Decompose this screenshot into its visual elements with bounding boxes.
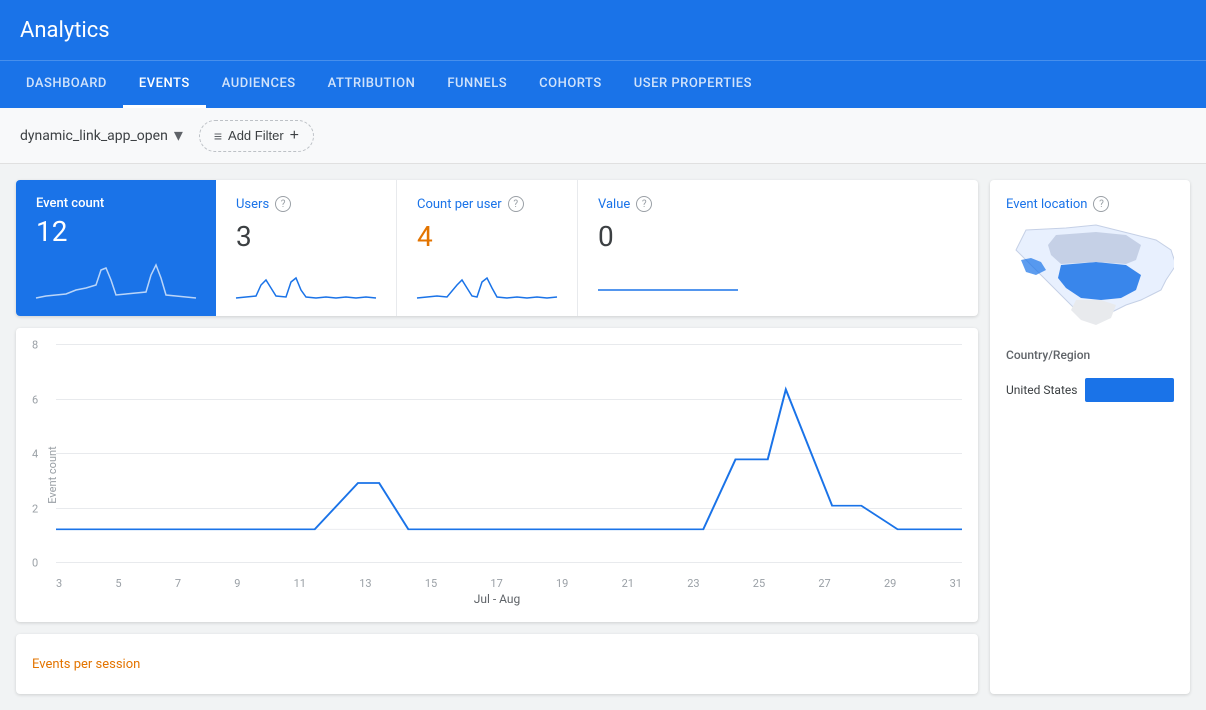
add-filter-label: Add Filter <box>228 128 284 143</box>
add-filter-plus-icon: + <box>290 127 299 145</box>
nav-item-dashboard[interactable]: DASHBOARD <box>10 61 123 108</box>
event-location-title: Event location <box>1006 197 1087 212</box>
count-per-user-value: 4 <box>417 220 557 253</box>
grid-label-6: 6 <box>32 393 38 406</box>
left-panel: Event count 12 Users ? 3 <box>16 180 978 694</box>
country-region-label: Country/Region <box>1006 348 1174 362</box>
grid-label-4: 4 <box>32 448 38 461</box>
map-svg <box>1006 220 1174 340</box>
nav-item-attribution[interactable]: ATTRIBUTION <box>312 61 432 108</box>
top-bar: Analytics <box>0 0 1206 60</box>
chart-x-title: Jul - Aug <box>32 592 962 606</box>
map-title-row: Event location ? <box>1006 196 1174 212</box>
users-mini-chart <box>236 260 376 300</box>
value-help-icon[interactable]: ? <box>636 196 652 212</box>
event-count-value: 12 <box>36 215 196 248</box>
count-per-user-label: Count per user <box>417 197 502 212</box>
dropdown-arrow-icon: ▾ <box>174 125 183 146</box>
count-per-user-box: Count per user ? 4 <box>397 180 578 316</box>
bottom-section: Events per session <box>16 634 978 694</box>
filter-bar: dynamic_link_app_open ▾ ≡ Add Filter + <box>0 108 1206 164</box>
count-per-user-mini-chart <box>417 260 557 300</box>
nav-item-events[interactable]: EVENTS <box>123 61 206 108</box>
main-line-chart-svg <box>56 344 962 529</box>
users-value: 3 <box>236 220 376 253</box>
stats-card: Event count 12 Users ? 3 <box>16 180 978 316</box>
event-count-mini-chart <box>36 260 196 300</box>
united-states-row: United States <box>1006 378 1174 402</box>
united-states-label: United States <box>1006 383 1077 397</box>
selected-event-label: dynamic_link_app_open <box>20 128 168 144</box>
nav-item-cohorts[interactable]: COHORTS <box>523 61 618 108</box>
value-value: 0 <box>598 220 958 253</box>
grid-label-8: 8 <box>32 339 38 352</box>
count-per-user-help-icon[interactable]: ? <box>508 196 524 212</box>
main-content: Event count 12 Users ? 3 <box>0 164 1206 710</box>
nav-item-audiences[interactable]: AUDIENCES <box>206 61 312 108</box>
right-panel: Event location ? Country/Regi <box>990 180 1190 694</box>
app-title: Analytics <box>20 18 110 43</box>
event-count-box: Event count 12 <box>16 180 216 316</box>
events-per-session-label: Events per session <box>32 657 140 672</box>
add-filter-button[interactable]: ≡ Add Filter + <box>199 120 314 152</box>
united-states-bar <box>1085 378 1174 402</box>
filter-icon: ≡ <box>214 128 222 144</box>
event-count-label: Event count <box>36 196 196 211</box>
value-box: Value ? 0 <box>578 180 978 316</box>
grid-label-2: 2 <box>32 502 38 515</box>
value-label: Value <box>598 197 630 212</box>
chart-container: 8 6 4 2 0 <box>56 344 962 562</box>
nav-item-funnels[interactable]: FUNNELS <box>431 61 523 108</box>
event-location-help-icon[interactable]: ? <box>1093 196 1109 212</box>
nav-bar: DASHBOARD EVENTS AUDIENCES ATTRIBUTION F… <box>0 60 1206 108</box>
users-label: Users <box>236 197 269 212</box>
event-selector[interactable]: dynamic_link_app_open ▾ <box>20 125 183 146</box>
map-visual <box>1006 220 1174 340</box>
main-chart-area: Event count 8 6 4 2 0 <box>16 328 978 622</box>
grid-line-0: 0 <box>56 562 962 563</box>
grid-label-0: 0 <box>32 557 38 570</box>
users-help-icon[interactable]: ? <box>275 196 291 212</box>
value-mini-chart <box>598 260 738 300</box>
nav-item-user-properties[interactable]: USER PROPERTIES <box>618 61 768 108</box>
x-axis-labels: 3 5 7 9 11 13 15 17 19 21 23 25 27 29 31 <box>56 577 962 590</box>
users-box: Users ? 3 <box>216 180 397 316</box>
event-location-card: Event location ? Country/Regi <box>990 180 1190 694</box>
